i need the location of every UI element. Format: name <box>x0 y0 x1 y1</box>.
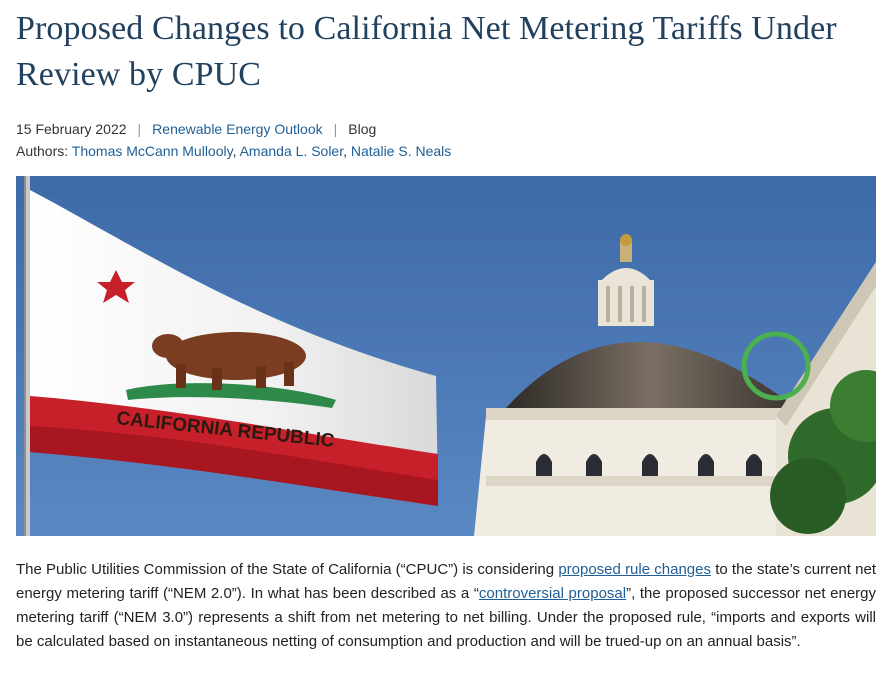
paragraph-text: The Public Utilities Commission of the S… <box>16 561 559 578</box>
publish-date: 15 February 2022 <box>16 121 127 137</box>
hero-illustration: CALIFORNIA REPUBLIC <box>16 176 876 536</box>
author-link[interactable]: Thomas McCann Mullooly <box>72 143 233 159</box>
authors-row: Authors: Thomas McCann Mullooly, Amanda … <box>16 143 452 159</box>
hero-image: CALIFORNIA REPUBLIC <box>16 176 876 536</box>
meta-row: 15 February 2022 | Renewable Energy Outloo… <box>16 118 876 140</box>
article: Proposed Changes to California Net Meter… <box>16 0 876 162</box>
controversial-proposal-link[interactable]: controversial proposal <box>479 585 626 602</box>
article-paragraph: The Public Utilities Commission of the S… <box>16 558 876 654</box>
authors-label: Authors: <box>16 143 69 159</box>
publication-link[interactable]: Renewable Energy Outlook <box>152 121 322 137</box>
meta-separator: | <box>137 121 142 137</box>
author-link[interactable]: Amanda L. Soler <box>240 143 344 159</box>
proposed-rule-changes-link[interactable]: proposed rule changes <box>558 561 711 578</box>
page-title: Proposed Changes to California Net Meter… <box>16 10 837 93</box>
meta-separator: | <box>333 121 338 137</box>
article-meta: 15 February 2022 | Renewable Energy Outloo… <box>16 118 876 162</box>
author-link[interactable]: Natalie S. Neals <box>351 143 451 159</box>
post-type: Blog <box>348 121 377 137</box>
